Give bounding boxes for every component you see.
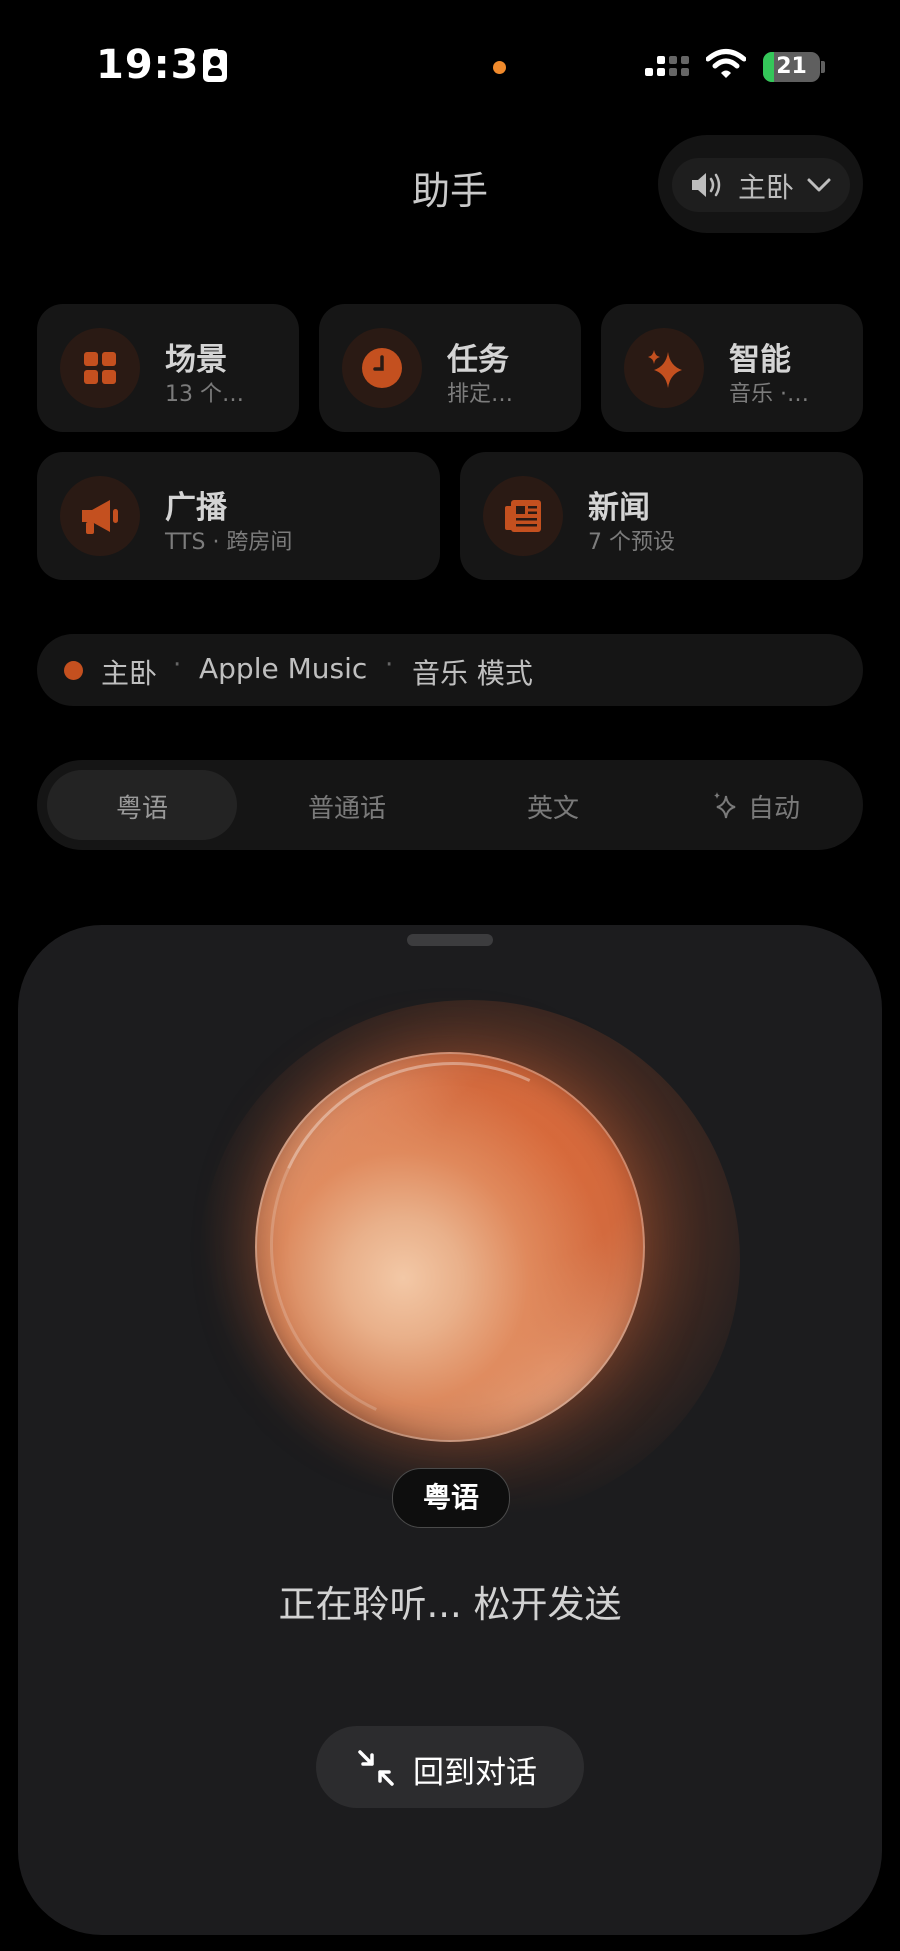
collapse-arrows-icon: [358, 1750, 394, 1786]
sparkle-icon: [714, 792, 736, 819]
card-title: 广播: [165, 490, 227, 526]
card-subtitle: TTS · 跨房间: [165, 530, 293, 555]
back-button-label: 回到对话: [413, 1755, 537, 1791]
megaphone-icon: [60, 476, 140, 556]
sparkle-icon: [624, 328, 704, 408]
chevron-down-icon: [807, 178, 831, 192]
tab-auto[interactable]: 自动: [748, 788, 800, 825]
language-chip: 粤语: [392, 1468, 510, 1528]
now-playing-room: 主卧: [101, 657, 158, 690]
tab-cantonese[interactable]: 粤语: [47, 788, 237, 825]
now-playing-source: Apple Music: [199, 652, 368, 685]
now-playing-mode: 音乐 模式: [412, 657, 533, 690]
status-dot: [64, 661, 83, 680]
separator-dot: ·: [173, 650, 182, 680]
tab-english[interactable]: 英文: [458, 788, 648, 825]
card-title: 任务: [447, 342, 509, 378]
wifi-icon: [706, 49, 746, 78]
card-title: 场景: [165, 342, 227, 378]
card-subtitle: 13 个…: [165, 382, 244, 407]
contact-card-icon: [203, 50, 227, 82]
room-selector-label: 主卧: [738, 171, 795, 204]
grid-icon: [60, 328, 140, 408]
card-subtitle: 7 个预设: [588, 530, 675, 555]
sheet-drag-handle[interactable]: [407, 934, 493, 946]
separator-dot: ·: [385, 650, 394, 680]
battery-level: 21: [776, 54, 807, 79]
clock-icon: [342, 328, 422, 408]
battery-tip: [821, 61, 825, 73]
battery-icon: 21: [763, 52, 820, 82]
tab-mandarin[interactable]: 普通话: [252, 788, 442, 825]
card-title: 智能: [729, 342, 791, 378]
card-title: 新闻: [588, 490, 650, 526]
card-subtitle: 排定…: [447, 382, 514, 407]
mic-indicator-dot: [493, 61, 506, 74]
cellular-signal-icon: [645, 56, 691, 84]
speaker-icon: [692, 173, 721, 197]
listening-status: 正在聆听... 松开发送: [278, 1583, 622, 1626]
card-subtitle: 音乐 ·…: [729, 382, 809, 407]
newspaper-icon: [483, 476, 563, 556]
